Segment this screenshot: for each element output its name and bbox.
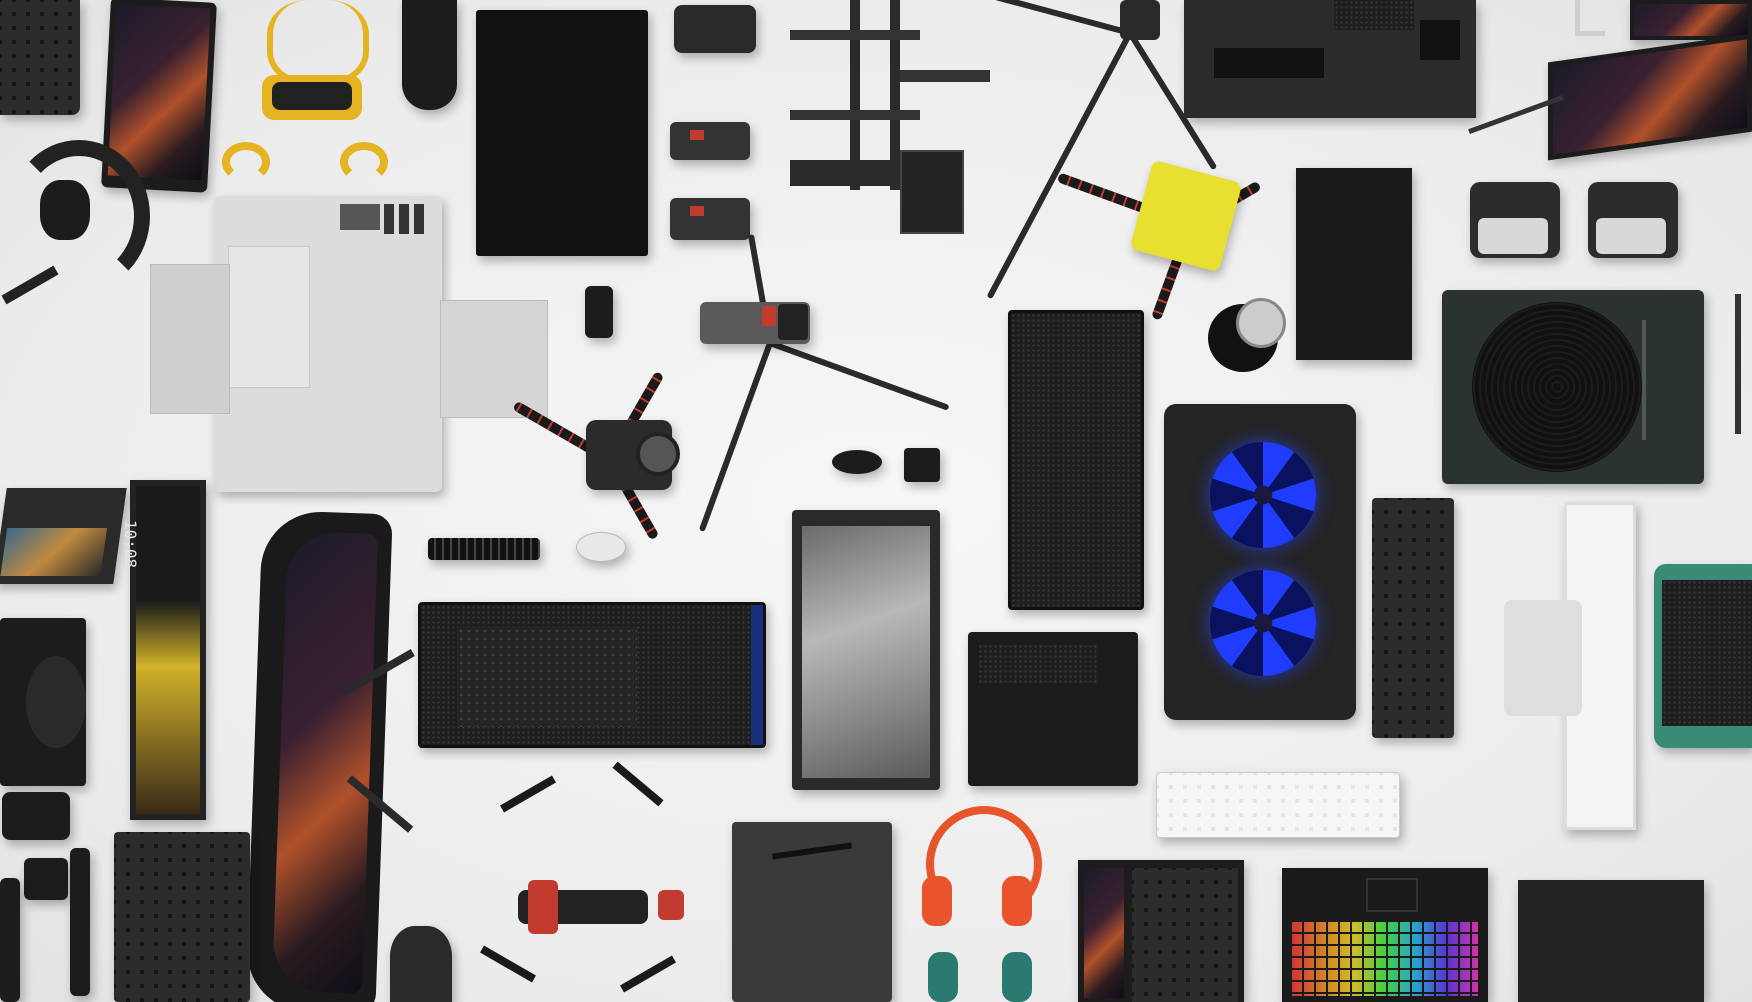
printer-paper-tray-right: [440, 300, 548, 418]
small-bracket: [904, 448, 940, 482]
vr-headset: [262, 0, 369, 130]
graphics-tablet: [732, 822, 892, 1002]
webcam-small: [585, 286, 613, 338]
printer-paper-tray-left: [150, 264, 230, 414]
white-mouse: [576, 532, 626, 562]
black-box-device: [476, 10, 648, 256]
controller-remote-left: [70, 848, 90, 996]
mirrorless-camera-1: [674, 5, 756, 53]
drone: [458, 761, 718, 1002]
vr-controller-left: [222, 142, 270, 182]
3d-mouse: [390, 926, 452, 1002]
pc-tower-black-mesh: [1008, 310, 1144, 610]
small-speaker-left: [2, 792, 70, 840]
slim-device-right: [1296, 168, 1412, 360]
subwoofer-left: [0, 618, 86, 786]
portable-speaker: [402, 0, 457, 110]
yellow-device: [1129, 159, 1243, 273]
laptop-small-bottom: [1078, 860, 1244, 1002]
microphone-head: [1236, 298, 1286, 348]
stream-deck: [24, 858, 68, 900]
teal-headphones: [928, 952, 1040, 1002]
action-camera-1: [670, 122, 750, 160]
turntable-cable: [1735, 294, 1741, 434]
action-camera-2: [670, 198, 750, 240]
dslr-camera: [586, 420, 680, 490]
laptop-top-left: [0, 0, 80, 115]
white-keyboard: [1156, 772, 1400, 838]
monitor-top-right-1: [1630, 0, 1752, 40]
pc-case-itx: [968, 632, 1138, 786]
desktop-speaker-right: [1588, 182, 1678, 258]
keyboard-vertical-black: [1372, 498, 1454, 738]
orange-headphones: [922, 806, 1042, 926]
pc-case-horizontal: [418, 602, 766, 748]
blue-fan-top: [1210, 442, 1316, 548]
pc-case-silver-pattern: [792, 510, 940, 790]
blue-fan-bottom: [1210, 570, 1316, 676]
white-monitor-stand: [1504, 600, 1582, 716]
turntable: [1442, 290, 1704, 484]
inkjet-printer: [214, 196, 442, 492]
laptop-left-mid: [0, 488, 127, 584]
clock-readout: 10:08: [121, 520, 140, 569]
black-box-bottom-right: [1518, 880, 1704, 1002]
pc-case-rear-panel: [1184, 0, 1476, 118]
3d-printer: [790, 0, 1000, 240]
tech-gadgets-flatlay: 10:08: [0, 0, 1752, 1002]
small-device-bottom-left: [0, 878, 20, 1002]
black-mouse: [832, 450, 882, 474]
monitor-top-right-2: [1548, 33, 1752, 161]
keyboard-bottom-left: [114, 832, 250, 1002]
pc-tower-blue-fans: [1164, 404, 1356, 720]
gaming-headset-top-left: [0, 140, 150, 305]
tv-remote: [428, 538, 540, 560]
rgb-keyboard: [1282, 868, 1488, 1002]
desktop-speaker-left: [1470, 182, 1560, 258]
vr-controller-right: [340, 142, 388, 182]
camcorder-on-tripod: [700, 302, 810, 344]
teal-speaker: [1654, 564, 1752, 748]
monitor-stand-top-right: [1575, 0, 1605, 36]
monitor-vertical-clock: 10:08: [121, 480, 206, 820]
curved-monitor: [245, 509, 393, 1002]
